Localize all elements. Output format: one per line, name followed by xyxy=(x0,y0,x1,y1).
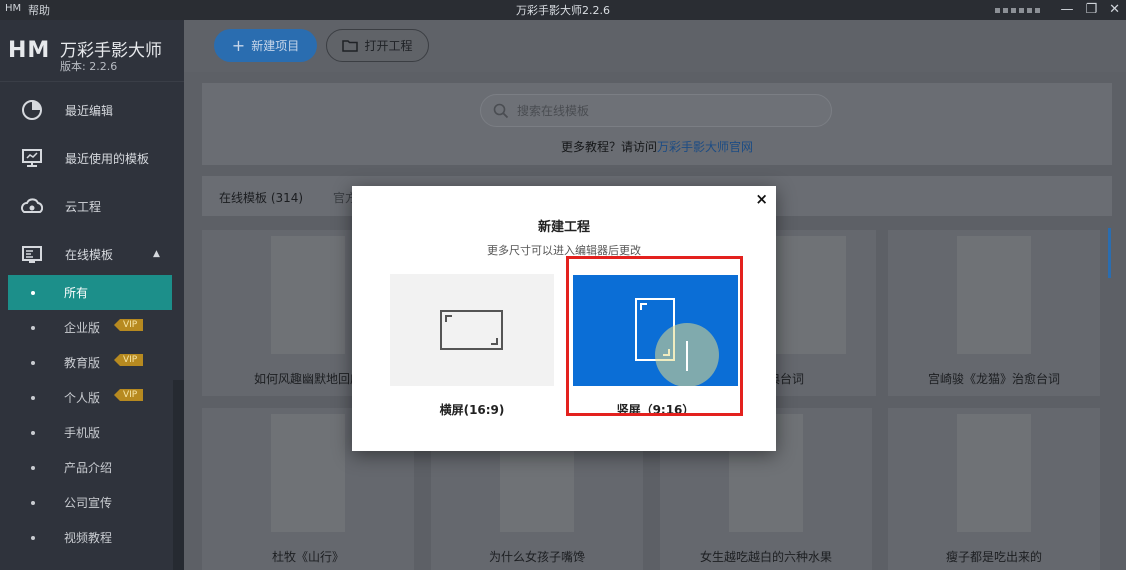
vip-badge: VIP xyxy=(114,389,144,401)
template-title: 为什么女孩子嘴馋 xyxy=(488,550,585,564)
template-title: 宫崎骏《龙猫》治愈台词 xyxy=(927,372,1060,386)
landscape-label[interactable]: 横屏(16:9) xyxy=(390,401,554,418)
template-card[interactable]: 宫崎骏《龙猫》治愈台词 xyxy=(888,230,1100,396)
blurred-account-info xyxy=(995,7,1041,13)
new-project-button[interactable]: + 新建项目 xyxy=(214,29,317,62)
sidebar-sub-item-label: 产品介绍 xyxy=(64,461,113,475)
search-placeholder: 搜索在线模板 xyxy=(517,104,590,118)
window-controls: — ❐ ✕ xyxy=(995,0,1120,20)
template-title: 瘦子都是吃出来的 xyxy=(945,550,1042,564)
official-site-link[interactable]: 万彩手影大师官网 xyxy=(657,140,753,154)
title-bar: HM 帮助 万彩手影大师2.2.6 — ❐ ✕ xyxy=(0,0,1126,20)
dialog-subtitle: 更多尺寸可以进入编辑器后更改 xyxy=(487,244,641,257)
sidebar-sub-item-label: 教育版 xyxy=(64,356,101,370)
sidebar-sub-item-product[interactable]: 产品介绍 xyxy=(8,450,172,485)
search-icon xyxy=(493,103,509,118)
sidebar-sub-item-personal[interactable]: 个人版 VIP xyxy=(8,380,172,415)
sidebar-scrollbar[interactable] xyxy=(173,380,184,570)
tutorial-line: 更多教程？请访问万彩手影大师官网 xyxy=(202,138,1112,155)
bullet-icon xyxy=(31,290,35,295)
sidebar-item-cloud[interactable]: 云工程 xyxy=(0,182,184,230)
vip-badge: VIP xyxy=(114,319,144,331)
bullet-icon xyxy=(31,465,35,470)
monitor-icon xyxy=(22,149,42,167)
logo-area: HM 万彩手影大师 版本: 2.2.6 xyxy=(0,20,184,82)
template-thumbnail xyxy=(271,236,345,354)
minimize-button[interactable]: — xyxy=(1060,0,1073,20)
sidebar-item-label: 最近使用的模板 xyxy=(65,151,150,166)
bullet-icon xyxy=(31,535,35,540)
template-title: 杜牧《山行》 xyxy=(271,550,344,564)
sidebar-item-recent-templates[interactable]: 最近使用的模板 xyxy=(0,134,184,182)
toolbar: + 新建项目 打开工程 xyxy=(184,20,1126,72)
sidebar-item-label: 最近编辑 xyxy=(65,103,114,118)
template-count: 在线模板 (314) xyxy=(219,191,304,205)
template-thumbnail xyxy=(271,414,345,532)
sidebar-item-label: 在线模板 xyxy=(65,247,114,262)
sidebar-item-online-templates[interactable]: 在线模板 ▲ xyxy=(0,230,184,278)
vip-badge: VIP xyxy=(114,354,144,366)
folder-icon xyxy=(342,40,359,52)
open-project-button[interactable]: 打开工程 xyxy=(326,29,429,62)
search-panel: 搜索在线模板 更多教程？请访问万彩手影大师官网 xyxy=(202,83,1112,165)
sidebar-sub-item-company[interactable]: 公司宣传 xyxy=(8,485,172,520)
app-version: 版本: 2.2.6 xyxy=(60,60,118,73)
plus-icon: + xyxy=(231,36,246,55)
template-icon xyxy=(22,246,42,263)
resize-cursor-icon xyxy=(686,341,688,371)
template-card[interactable]: 瘦子都是吃出来的 xyxy=(888,408,1100,570)
window-title: 万彩手影大师2.2.6 xyxy=(516,4,610,17)
content-scrollbar[interactable] xyxy=(1108,228,1111,278)
bullet-icon xyxy=(31,360,35,365)
close-dialog-button[interactable]: × xyxy=(755,190,768,208)
sidebar-sub-item-label: 所有 xyxy=(64,286,89,300)
sidebar-sub-item-label: 公司宣传 xyxy=(64,496,113,510)
sidebar-sub-item-all[interactable]: 所有 xyxy=(8,275,172,310)
open-project-label: 打开工程 xyxy=(364,39,413,53)
clock-pie-icon xyxy=(22,100,42,120)
landscape-frame-icon xyxy=(440,310,503,350)
landscape-option[interactable] xyxy=(390,274,554,386)
sidebar-sub-item-education[interactable]: 教育版 VIP xyxy=(8,345,172,380)
portrait-label[interactable]: 竖屏（9:16） xyxy=(573,401,738,418)
sidebar-sub-item-enterprise[interactable]: 企业版 VIP xyxy=(8,310,172,345)
dialog-title: 新建工程 xyxy=(537,220,590,235)
close-window-button[interactable]: ✕ xyxy=(1109,0,1120,20)
new-project-label: 新建项目 xyxy=(251,39,300,53)
bullet-icon xyxy=(31,395,35,400)
sidebar-sub-item-label: 视频教程 xyxy=(64,531,113,545)
logo-icon: HM xyxy=(8,38,51,63)
caret-up-icon[interactable]: ▲ xyxy=(153,249,160,259)
template-thumbnail xyxy=(772,236,846,354)
sidebar: HM 万彩手影大师 版本: 2.2.6 最近编辑 最近使用的模板 云工程 在线模… xyxy=(0,20,184,570)
search-input[interactable]: 搜索在线模板 xyxy=(480,94,832,127)
sidebar-sub-item-label: 企业版 xyxy=(64,321,101,335)
restore-button[interactable]: ❐ xyxy=(1085,0,1097,20)
template-thumbnail xyxy=(957,236,1031,354)
template-title: 女生越吃越白的六种水果 xyxy=(699,550,832,564)
sidebar-item-recent-edit[interactable]: 最近编辑 xyxy=(0,86,184,134)
sidebar-sub-item-video[interactable]: 视频教程 xyxy=(8,520,172,555)
template-thumbnail xyxy=(957,414,1031,532)
bullet-icon xyxy=(31,430,35,435)
cloud-icon xyxy=(21,198,43,213)
bullet-icon xyxy=(31,325,35,330)
sidebar-item-label: 云工程 xyxy=(65,199,102,214)
new-project-dialog: × 新建工程 更多尺寸可以进入编辑器后更改 横屏(16:9) 竖屏（9:16） xyxy=(352,186,776,451)
sidebar-sub-item-label: 个人版 xyxy=(64,391,101,405)
tutorial-prefix: 更多教程？请访问 xyxy=(560,140,657,154)
bullet-icon xyxy=(31,500,35,505)
sidebar-sub-item-mobile[interactable]: 手机版 xyxy=(8,415,172,450)
sidebar-sub-item-label: 手机版 xyxy=(64,426,101,440)
portrait-option[interactable] xyxy=(573,275,738,386)
